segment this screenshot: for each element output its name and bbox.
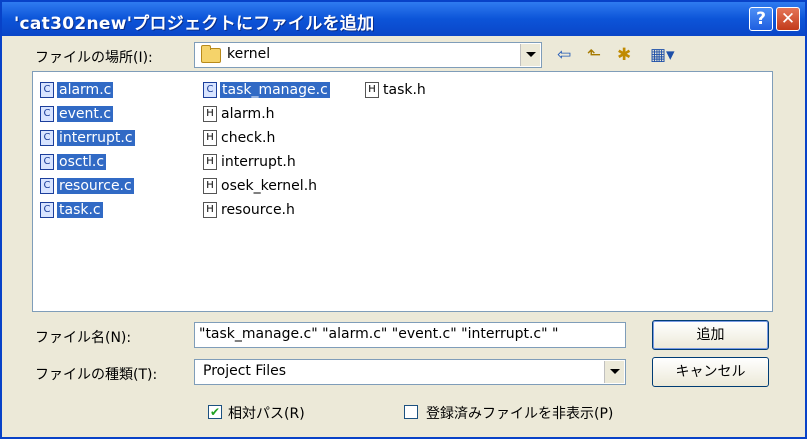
up-folder-icon[interactable]: ⬑: [587, 45, 601, 65]
hide-registered-label[interactable]: 登録済みファイルを非表示(P): [426, 403, 613, 423]
c-file-icon: C: [40, 82, 54, 98]
h-file-icon: H: [365, 82, 379, 98]
h-file-icon: H: [203, 130, 217, 146]
add-button[interactable]: 追加: [652, 320, 769, 350]
close-button[interactable]: ✕: [776, 7, 800, 31]
file-name: osctl.c: [57, 154, 107, 170]
filename-label: ファイル名(N):: [35, 330, 132, 346]
h-file-icon: H: [203, 106, 217, 122]
cancel-button[interactable]: キャンセル: [652, 357, 769, 387]
back-arrow-icon[interactable]: ⇦: [557, 45, 571, 65]
filetype-dropdown[interactable]: Project Files: [194, 359, 626, 385]
file-name: alarm.h: [221, 106, 275, 122]
file-item[interactable]: H check.h: [203, 128, 276, 148]
chevron-down-icon[interactable]: [604, 361, 624, 383]
folder-icon: [201, 45, 221, 63]
look-in-dropdown[interactable]: kernel: [194, 42, 542, 68]
c-file-icon: C: [40, 202, 54, 218]
file-name: resource.c: [57, 178, 134, 194]
file-name: task.h: [383, 82, 426, 98]
relative-path-label[interactable]: 相対パス(R): [228, 403, 305, 423]
file-item[interactable]: C interrupt.c: [40, 128, 135, 148]
file-name: task.c: [57, 202, 103, 218]
file-name: event.c: [57, 106, 114, 122]
filetype-label: ファイルの種類(T):: [35, 367, 158, 383]
h-file-icon: H: [203, 154, 217, 170]
file-name: task_manage.c: [220, 82, 330, 98]
file-item[interactable]: H task.h: [365, 80, 427, 100]
look-in-label: ファイルの場所(I):: [35, 50, 153, 66]
dialog-title: 'cat302new'プロジェクトにファイルを追加: [14, 14, 375, 34]
file-item[interactable]: C osctl.c: [40, 152, 107, 172]
file-name: alarm.c: [57, 82, 114, 98]
file-item[interactable]: C alarm.c: [40, 80, 114, 100]
file-name: check.h: [221, 130, 276, 146]
c-file-icon: C: [40, 106, 54, 122]
help-button[interactable]: ?: [749, 7, 773, 31]
file-item[interactable]: C event.c: [40, 104, 114, 124]
file-item[interactable]: H interrupt.h: [203, 152, 297, 172]
c-file-icon: C: [203, 82, 217, 98]
file-item[interactable]: H resource.h: [203, 200, 296, 220]
file-list[interactable]: C alarm.c C event.c C interrupt.c C osct…: [32, 71, 773, 312]
file-item[interactable]: H alarm.h: [203, 104, 276, 124]
file-name: interrupt.c: [57, 130, 135, 146]
new-folder-icon[interactable]: ✱: [617, 45, 631, 65]
file-name: osek_kernel.h: [221, 178, 318, 194]
h-file-icon: H: [203, 202, 217, 218]
filename-input[interactable]: "task_manage.c" "alarm.c" "event.c" "int…: [194, 322, 626, 348]
add-files-dialog: 'cat302new'プロジェクトにファイルを追加 ? ✕ ファイルの場所(I)…: [0, 0, 807, 439]
look-in-value: kernel: [227, 46, 271, 62]
file-name: interrupt.h: [221, 154, 296, 170]
c-file-icon: C: [40, 178, 54, 194]
view-menu-icon[interactable]: ▦▾: [650, 45, 675, 65]
file-item[interactable]: H osek_kernel.h: [203, 176, 318, 196]
hide-registered-checkbox[interactable]: [404, 405, 418, 419]
file-item[interactable]: C task.c: [40, 200, 103, 220]
file-item[interactable]: C task_manage.c: [203, 80, 330, 100]
filetype-value: Project Files: [203, 363, 287, 379]
file-name: resource.h: [221, 202, 295, 218]
h-file-icon: H: [203, 178, 217, 194]
c-file-icon: C: [40, 130, 54, 146]
relative-path-checkbox[interactable]: ✔: [208, 405, 222, 419]
title-bar[interactable]: 'cat302new'プロジェクトにファイルを追加 ? ✕: [2, 2, 805, 36]
chevron-down-icon[interactable]: [520, 44, 540, 66]
c-file-icon: C: [40, 154, 54, 170]
file-item[interactable]: C resource.c: [40, 176, 134, 196]
